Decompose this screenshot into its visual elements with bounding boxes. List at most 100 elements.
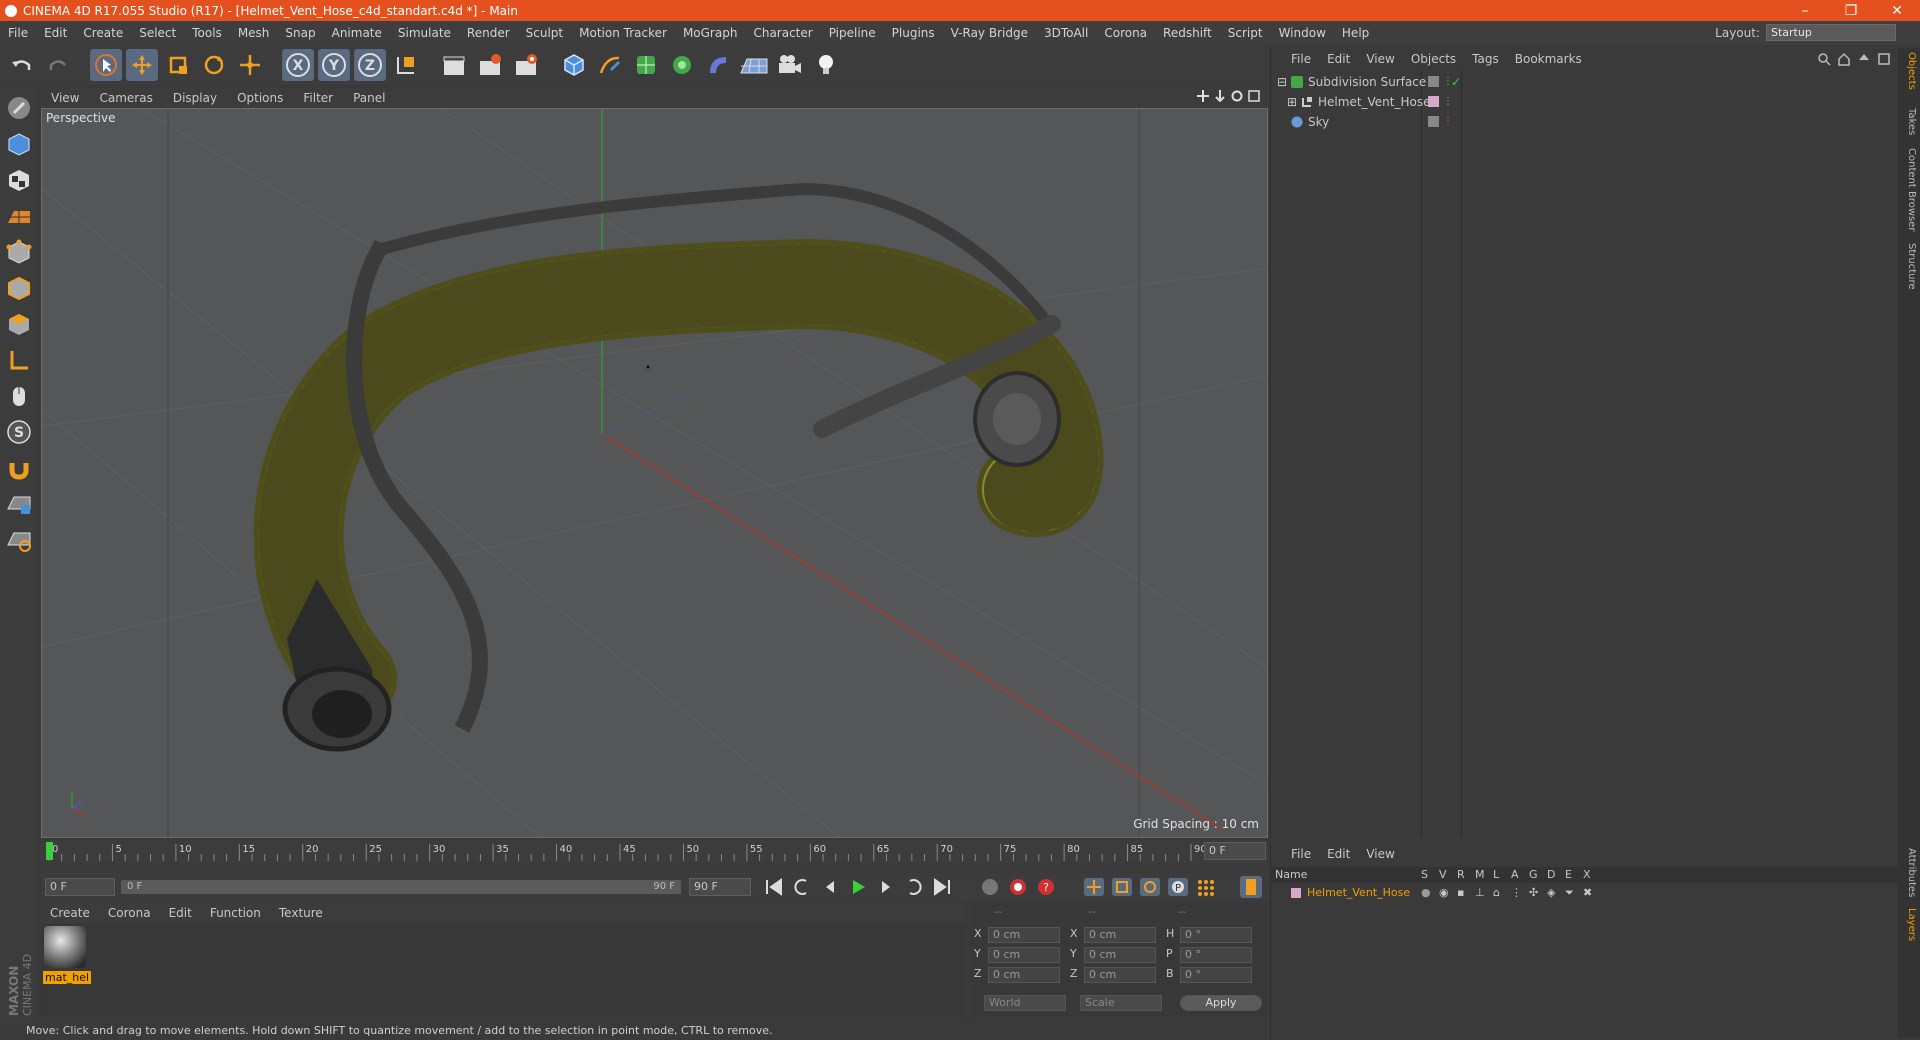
viewport-menu-panel[interactable]: Panel: [343, 91, 395, 105]
visible-eye-icon[interactable]: ◉: [1439, 885, 1449, 901]
transform-tool-button[interactable]: [234, 49, 266, 81]
planar-workplane-button[interactable]: [3, 524, 35, 556]
key-pla-icon[interactable]: [1195, 877, 1217, 897]
lock-icon[interactable]: ⌂: [1493, 885, 1500, 901]
apply-button[interactable]: Apply: [1180, 995, 1262, 1011]
subdivision-surface-button[interactable]: [630, 49, 662, 81]
material-thumbnail[interactable]: [44, 926, 86, 968]
viewport-menu-cameras[interactable]: Cameras: [89, 91, 162, 105]
undo-button[interactable]: [6, 49, 38, 81]
layer-color-icon[interactable]: [1428, 96, 1439, 107]
restore-button[interactable]: ❐: [1828, 3, 1874, 19]
key-scale-icon[interactable]: [1111, 877, 1133, 897]
redo-button[interactable]: [42, 49, 74, 81]
camera-button[interactable]: [774, 49, 806, 81]
menu-simulate[interactable]: Simulate: [390, 26, 459, 40]
position-z-field[interactable]: 0 cm: [988, 967, 1060, 983]
menu-vray-bridge[interactable]: V-Ray Bridge: [943, 26, 1036, 40]
menu-help[interactable]: Help: [1334, 26, 1377, 40]
visibility-dots-icon[interactable]: ⋮: [1443, 112, 1453, 132]
deformer-button[interactable]: [702, 49, 734, 81]
menu-motion-tracker[interactable]: Motion Tracker: [571, 26, 675, 40]
position-x-field[interactable]: 0 cm: [988, 927, 1060, 943]
object-row-helmet-vent-hose[interactable]: ⊞ Helmet_Vent_Hose ⋮: [1271, 92, 1898, 112]
tab-layers[interactable]: Layers: [1901, 908, 1917, 941]
start-frame-field[interactable]: 0 F: [45, 878, 115, 896]
x-axis-lock-button[interactable]: X: [282, 49, 314, 81]
manager-toggle-icon[interactable]: ⊥: [1475, 885, 1485, 901]
texture-mode-button[interactable]: [3, 164, 35, 196]
menu-redshift[interactable]: Redshift: [1155, 26, 1220, 40]
layer-tag-icon[interactable]: [1428, 76, 1439, 87]
object-name[interactable]: Helmet_Vent_Hose: [1318, 92, 1431, 112]
menu-select[interactable]: Select: [131, 26, 184, 40]
frame-range-slider[interactable]: 0 F 90 F: [121, 880, 681, 894]
rotation-b-field[interactable]: 0 °: [1180, 967, 1252, 983]
spline-pen-button[interactable]: [594, 49, 626, 81]
floor-button[interactable]: [738, 49, 770, 81]
next-frame-icon[interactable]: [875, 877, 897, 897]
minimize-button[interactable]: –: [1782, 3, 1828, 19]
tab-structure[interactable]: Structure: [1901, 243, 1917, 290]
layer-color-swatch[interactable]: [1291, 888, 1301, 898]
search-icon[interactable]: [1817, 52, 1831, 66]
model-mode-button[interactable]: [3, 128, 35, 160]
material-menu-texture[interactable]: Texture: [270, 906, 332, 920]
material-menu-edit[interactable]: Edit: [160, 906, 201, 920]
layer-row[interactable]: Helmet_Vent_Hose ● ◉ ▪ ⊥ ⌂ ⋮ ✣ ◈ ⏷ ✖: [1271, 885, 1898, 901]
material-menu-function[interactable]: Function: [201, 906, 270, 920]
expand-toggle[interactable]: ⊟: [1277, 72, 1287, 92]
axis-mode-button[interactable]: [3, 344, 35, 376]
timeline-layout-icon[interactable]: [1239, 875, 1263, 899]
rotation-p-field[interactable]: 0 °: [1180, 947, 1252, 963]
objects-menu-objects[interactable]: Objects: [1403, 52, 1464, 66]
menu-script[interactable]: Script: [1220, 26, 1271, 40]
menu-character[interactable]: Character: [745, 26, 820, 40]
close-button[interactable]: ✕: [1874, 3, 1920, 19]
make-editable-button[interactable]: [3, 92, 35, 124]
deformers-toggle-icon[interactable]: ◈: [1547, 885, 1555, 901]
world-dropdown[interactable]: World: [984, 995, 1066, 1011]
object-name[interactable]: Sky: [1308, 112, 1329, 132]
rotation-h-field[interactable]: 0 °: [1180, 927, 1252, 943]
viewport-menu-options[interactable]: Options: [227, 91, 293, 105]
coordinate-system-button[interactable]: [390, 49, 422, 81]
menu-mesh[interactable]: Mesh: [230, 26, 278, 40]
magnet-button[interactable]: [3, 452, 35, 484]
snapping-button[interactable]: S: [3, 416, 35, 448]
z-axis-lock-button[interactable]: Z: [354, 49, 386, 81]
next-key-icon[interactable]: [903, 877, 925, 897]
current-frame-field[interactable]: 0 F: [1204, 842, 1266, 860]
y-axis-lock-button[interactable]: Y: [318, 49, 350, 81]
solo-toggle-icon[interactable]: ●: [1421, 885, 1431, 901]
menu-mograph[interactable]: MoGraph: [675, 26, 746, 40]
goto-end-icon[interactable]: [931, 877, 953, 897]
playhead[interactable]: [46, 842, 53, 860]
layers-menu-file[interactable]: File: [1283, 847, 1319, 861]
new-view-icon[interactable]: [1877, 52, 1891, 66]
expressions-toggle-icon[interactable]: ⏷: [1565, 885, 1574, 901]
prev-key-icon[interactable]: [791, 877, 813, 897]
object-name[interactable]: Subdivision Surface: [1308, 72, 1426, 92]
tab-objects[interactable]: Objects: [1901, 52, 1917, 90]
polygons-mode-button[interactable]: [3, 308, 35, 340]
light-button[interactable]: [810, 49, 842, 81]
scale-dropdown[interactable]: Scale: [1080, 995, 1162, 1011]
position-y-field[interactable]: 0 cm: [988, 947, 1060, 963]
menu-sculpt[interactable]: Sculpt: [518, 26, 571, 40]
material-name-label[interactable]: mat_hel: [43, 971, 92, 984]
objects-menu-bookmarks[interactable]: Bookmarks: [1507, 52, 1590, 66]
menu-pipeline[interactable]: Pipeline: [821, 26, 884, 40]
material-menu-create[interactable]: Create: [41, 906, 99, 920]
expand-toggle[interactable]: ⊞: [1287, 92, 1297, 112]
keyframe-selection-icon[interactable]: ?: [1035, 877, 1057, 897]
xref-toggle-icon[interactable]: ✖: [1583, 885, 1592, 901]
workplane-mode-button[interactable]: [3, 200, 35, 232]
up-icon[interactable]: [1857, 52, 1871, 66]
render-toggle-icon[interactable]: ▪: [1457, 885, 1464, 901]
live-selection-button[interactable]: [90, 49, 122, 81]
tab-content-browser[interactable]: Content Browser: [1901, 148, 1917, 231]
scale-tool-button[interactable]: [162, 49, 194, 81]
menu-3dtoall[interactable]: 3DToAll: [1036, 26, 1096, 40]
generators-toggle-icon[interactable]: ✣: [1529, 885, 1538, 901]
